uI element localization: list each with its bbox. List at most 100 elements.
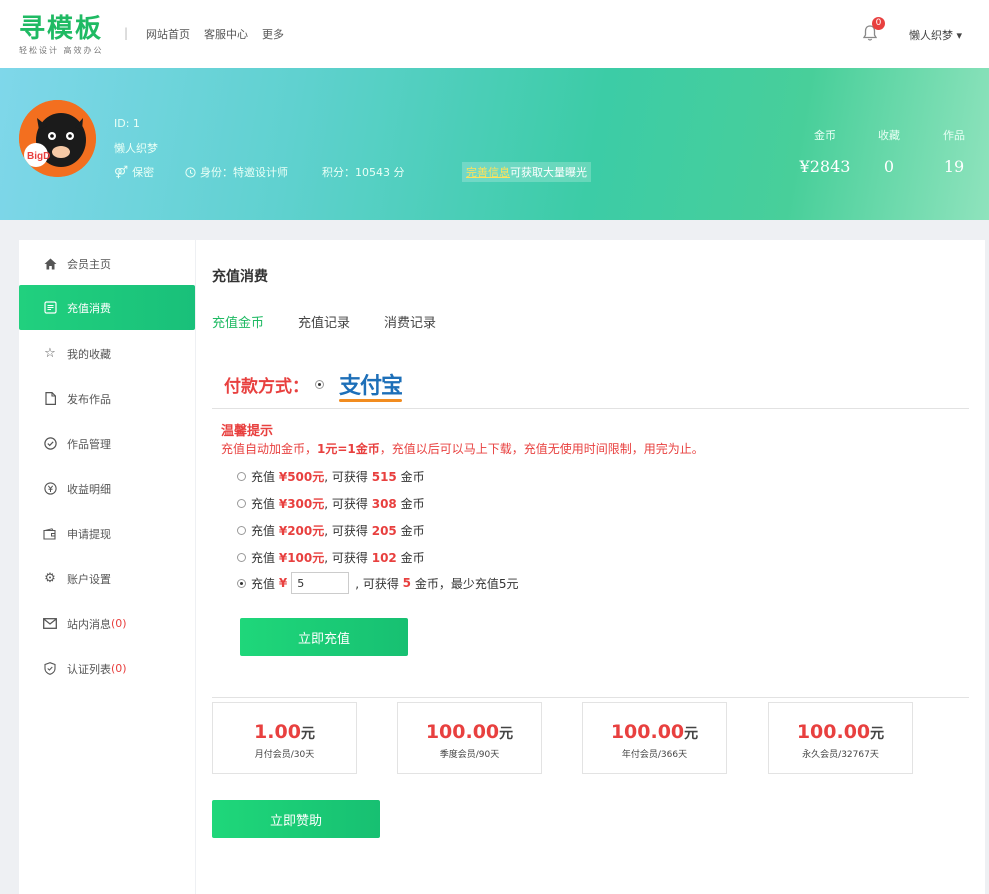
user-id: ID: 1	[114, 117, 140, 130]
sidebar-item-messages[interactable]: 站内消息 (0)	[19, 601, 195, 646]
stat-favorites[interactable]: 收藏 0	[869, 127, 909, 176]
plan-card-monthly[interactable]: 1.00元 月付会员/30天	[212, 702, 357, 774]
sidebar-item-settings[interactable]: ⚙ 账户设置	[19, 556, 195, 601]
custom-amount-input[interactable]	[291, 572, 350, 594]
option-radio[interactable]	[237, 526, 246, 535]
option-coins: 515	[371, 469, 397, 484]
nav-home-link[interactable]: 网站首页	[146, 26, 190, 42]
tab-recharge-coins[interactable]: 充值金币	[212, 312, 264, 331]
tab-bar: 充值金币 充值记录 消费记录	[212, 312, 470, 331]
tip-text-rate: 1元=1金币	[317, 442, 380, 456]
option-radio[interactable]	[237, 578, 246, 588]
stat-works-label: 作品	[943, 129, 965, 142]
logo-slogan: 轻松设计 高效办公	[19, 46, 104, 55]
option-price: ¥300元	[278, 497, 325, 511]
option-mid: , 可获得	[324, 524, 368, 538]
tip-text: 充值自动加金币，1元=1金币，充值以后可以马上下载，充值无使用时间限制，用完为止…	[221, 440, 704, 457]
plan-price: 100.00元	[583, 721, 726, 743]
option-mid: , 可获得	[355, 576, 399, 591]
option-radio[interactable]	[237, 472, 246, 481]
identity-info: 身份：特邀设计师	[185, 164, 288, 180]
plan-desc: 永久会员/32767天	[802, 750, 879, 760]
sidebar-item-recharge[interactable]: 充值消费	[19, 285, 195, 330]
sponsor-button[interactable]: 立即赞助	[212, 800, 380, 838]
sidebar-item-label: 站内消息	[67, 617, 111, 631]
nav-more-link[interactable]: 更多	[262, 26, 284, 42]
option-prefix: 充值	[251, 576, 276, 591]
option-suffix: 金币	[400, 497, 425, 511]
sidebar-item-earnings[interactable]: 收益明细	[19, 466, 195, 511]
stat-coins[interactable]: 金币 ¥2843	[800, 127, 851, 176]
plan-price-unit: 元	[684, 726, 699, 742]
recharge-option-500[interactable]: 充值 ¥500元, 可获得 515 金币	[237, 468, 425, 485]
avatar-badge-text: BigD	[27, 151, 50, 162]
check-circle-icon	[43, 437, 57, 451]
top-bar: 寻模板 轻松设计 高效办公 | 网站首页 客服中心 更多 0 懒人织梦 ▾	[0, 0, 989, 68]
plan-price: 100.00元	[769, 721, 912, 743]
recharge-option-300[interactable]: 充值 ¥300元, 可获得 308 金币	[237, 495, 425, 512]
tip-text-pre: 充值自动加金币，	[221, 442, 318, 456]
sidebar-item-home[interactable]: 会员主页	[19, 241, 195, 286]
option-coins: 102	[371, 550, 397, 565]
gender-info: ⚤ 保密	[114, 164, 154, 180]
logo[interactable]: 寻模板 轻松设计 高效办公	[19, 14, 104, 56]
recharge-option-custom[interactable]: 充值 ¥ , 可获得 5 金币，最少充值5元	[237, 572, 519, 594]
wallet-icon	[43, 527, 57, 541]
sidebar-item-withdraw[interactable]: 申请提现	[19, 511, 195, 556]
plan-price-unit: 元	[300, 726, 315, 742]
option-coins: 308	[371, 496, 397, 511]
profile-banner: BigD ID: 1 懒人织梦 ⚤ 保密 身份：特邀设计师 积分：10543 分…	[0, 68, 989, 220]
sidebar-item-label: 账户设置	[67, 572, 111, 586]
promo-banner: 完善信息可获取大量曝光	[462, 162, 591, 182]
sidebar-item-certifications[interactable]: 认证列表 (0)	[19, 646, 195, 691]
plan-card-yearly[interactable]: 100.00元 年付会员/366天	[582, 702, 727, 774]
gender-icon: ⚤	[114, 165, 129, 179]
yen-circle-icon	[43, 482, 57, 496]
option-suffix: 金币	[400, 524, 425, 538]
tab-recharge-records[interactable]: 充值记录	[298, 312, 350, 331]
sidebar-item-works-manage[interactable]: 作品管理	[19, 421, 195, 466]
user-menu-dropdown[interactable]: 懒人织梦 ▾	[909, 27, 962, 43]
option-price: ¥100元	[278, 551, 325, 565]
gear-icon: ⚙	[44, 571, 56, 586]
file-icon	[43, 392, 57, 406]
sidebar-item-label: 充值消费	[67, 301, 111, 315]
sidebar-item-publish[interactable]: 发布作品	[19, 376, 195, 421]
option-coins: 5	[402, 576, 412, 590]
option-prefix: 充值	[251, 497, 276, 511]
option-radio[interactable]	[237, 499, 246, 508]
plan-desc: 季度会员/90天	[439, 750, 500, 760]
plan-card-quarterly[interactable]: 100.00元 季度会员/90天	[397, 702, 542, 774]
option-prefix: 充值	[251, 551, 276, 565]
alipay-logo: 支付宝	[339, 368, 403, 402]
plan-price-unit: 元	[870, 726, 885, 742]
stat-works[interactable]: 作品 19	[934, 127, 974, 176]
mail-icon	[43, 617, 57, 631]
gender-text: 保密	[132, 166, 155, 179]
logo-separator: |	[124, 26, 129, 40]
recharge-option-200[interactable]: 充值 ¥200元, 可获得 205 金币	[237, 522, 425, 539]
tab-consumption-records[interactable]: 消费记录	[384, 312, 436, 331]
complete-info-link[interactable]: 完善信息	[466, 166, 510, 179]
plan-card-lifetime[interactable]: 100.00元 永久会员/32767天	[768, 702, 913, 774]
main-panel: 充值消费 充值金币 充值记录 消费记录 付款方式： 支付宝 温馨提示 充值自动加…	[196, 240, 985, 894]
recharge-icon	[43, 301, 57, 315]
recharge-button[interactable]: 立即充值	[240, 618, 408, 656]
divider	[212, 697, 969, 698]
plan-price: 100.00元	[398, 721, 541, 743]
alipay-radio[interactable]	[315, 379, 324, 389]
sidebar-item-label: 作品管理	[67, 437, 111, 451]
sidebar-item-favorites[interactable]: ☆ 我的收藏	[19, 331, 195, 376]
stat-coins-value: ¥2843	[799, 157, 851, 176]
nav-service-link[interactable]: 客服中心	[204, 26, 248, 42]
certifications-count: (0)	[111, 662, 127, 675]
plan-desc: 月付会员/30天	[254, 750, 315, 760]
avatar[interactable]: BigD	[19, 100, 96, 177]
option-radio[interactable]	[237, 553, 246, 562]
tip-text-post: ，充值以后可以马上下载，充值无使用时间限制，用完为止。	[379, 442, 704, 456]
recharge-option-100[interactable]: 充值 ¥100元, 可获得 102 金币	[237, 549, 425, 566]
messages-count: (0)	[111, 617, 127, 630]
stat-works-value: 19	[943, 157, 965, 176]
stat-coins-label: 金币	[814, 129, 836, 142]
plan-price-value: 100.00	[610, 721, 685, 743]
